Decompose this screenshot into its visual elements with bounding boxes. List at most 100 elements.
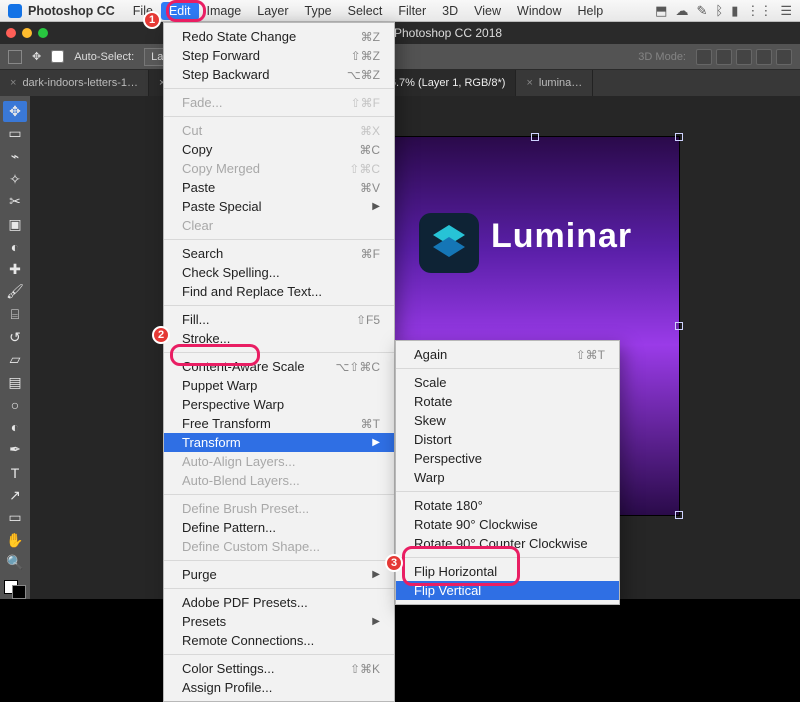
tool-gradient[interactable]: ▤ <box>3 372 27 393</box>
menu-select[interactable]: Select <box>340 2 391 20</box>
menu-item-rotate[interactable]: Rotate <box>396 392 619 411</box>
menu-item-content-aware-scale[interactable]: Content-Aware Scale⌥⇧⌘C <box>164 357 394 376</box>
zoom-icon[interactable] <box>38 28 48 38</box>
menu-item-flip-horizontal[interactable]: Flip Horizontal <box>396 562 619 581</box>
menu-item-find-and-replace-text[interactable]: Find and Replace Text... <box>164 282 394 301</box>
transform-handle[interactable] <box>531 133 539 141</box>
wifi-icon[interactable]: ⋮⋮ <box>746 3 772 19</box>
menu-item-fill[interactable]: Fill...⇧F5 <box>164 310 394 329</box>
document-tab[interactable]: ×lumina… <box>516 70 593 96</box>
menu-item-scale[interactable]: Scale <box>396 373 619 392</box>
menu-item-color-settings[interactable]: Color Settings...⇧⌘K <box>164 659 394 678</box>
submenu-arrow-icon: ▶ <box>372 616 380 627</box>
menu-item-skew[interactable]: Skew <box>396 411 619 430</box>
menu-item-again[interactable]: Again⇧⌘T <box>396 345 619 364</box>
tool-stamp[interactable]: ⌸ <box>3 304 27 325</box>
shortcut-label: ⇧F5 <box>326 313 380 327</box>
document-tab[interactable]: ×dark-indoors-letters-1… <box>0 70 149 96</box>
menu-item-define-pattern[interactable]: Define Pattern... <box>164 518 394 537</box>
menu-window[interactable]: Window <box>509 2 569 20</box>
menu-item-search[interactable]: Search⌘F <box>164 244 394 263</box>
pen-icon[interactable]: ✎ <box>696 3 707 19</box>
background-swatch[interactable] <box>12 585 26 599</box>
dropbox-icon[interactable]: ⬒ <box>655 3 667 19</box>
3d-zoom-icon[interactable] <box>776 49 792 65</box>
tool-history[interactable]: ↺ <box>3 327 27 348</box>
3d-slide-icon[interactable] <box>756 49 772 65</box>
menu-filter[interactable]: Filter <box>390 2 434 20</box>
minimize-icon[interactable] <box>22 28 32 38</box>
close-tab-icon[interactable]: × <box>526 77 532 89</box>
transform-handle[interactable] <box>675 511 683 519</box>
menu-item-presets[interactable]: Presets▶ <box>164 612 394 631</box>
menu-item-stroke[interactable]: Stroke... <box>164 329 394 348</box>
cloud-icon[interactable]: ☁ <box>675 3 688 19</box>
menu-item-flip-vertical[interactable]: Flip Vertical <box>396 581 619 600</box>
menu-item-distort[interactable]: Distort <box>396 430 619 449</box>
tool-eraser[interactable]: ▱ <box>3 349 27 370</box>
transform-handle[interactable] <box>675 133 683 141</box>
home-icon[interactable] <box>8 50 22 64</box>
menu-item-copy[interactable]: Copy⌘C <box>164 140 394 159</box>
tool-dodge[interactable]: ◐ <box>3 417 27 438</box>
shortcut-label: ⇧⌘C <box>319 162 380 176</box>
window-controls[interactable] <box>6 28 48 38</box>
menu-3d[interactable]: 3D <box>434 2 466 20</box>
move-tool-icon[interactable]: ✥ <box>32 50 41 63</box>
menu-item-purge[interactable]: Purge▶ <box>164 565 394 584</box>
tool-crop[interactable]: ✂ <box>3 191 27 212</box>
menu-layer[interactable]: Layer <box>249 2 296 20</box>
close-tab-icon[interactable]: × <box>10 77 16 89</box>
menu-view[interactable]: View <box>466 2 509 20</box>
tool-lasso[interactable]: ⌁ <box>3 146 27 167</box>
menu-item-step-forward[interactable]: Step Forward⇧⌘Z <box>164 46 394 65</box>
menu-item-transform[interactable]: Transform▶ <box>164 433 394 452</box>
menu-item-rotate-180[interactable]: Rotate 180° <box>396 496 619 515</box>
menu-item-paste-special[interactable]: Paste Special▶ <box>164 197 394 216</box>
tool-move[interactable]: ✥ <box>3 101 27 122</box>
menu-item-rotate-90-counter-clockwise[interactable]: Rotate 90° Counter Clockwise <box>396 534 619 553</box>
tool-pen[interactable]: ✒ <box>3 440 27 461</box>
menu-item-assign-profile[interactable]: Assign Profile... <box>164 678 394 697</box>
tool-heal[interactable]: ✚ <box>3 259 27 280</box>
menu-item-perspective[interactable]: Perspective <box>396 449 619 468</box>
tool-type[interactable]: T <box>3 462 27 483</box>
close-icon[interactable] <box>6 28 16 38</box>
tool-eyedrop[interactable]: ◐ <box>3 236 27 257</box>
menu-item-free-transform[interactable]: Free Transform⌘T <box>164 414 394 433</box>
menu-type[interactable]: Type <box>297 2 340 20</box>
menu-item-adobe-pdf-presets[interactable]: Adobe PDF Presets... <box>164 593 394 612</box>
menu-item-remote-connections[interactable]: Remote Connections... <box>164 631 394 650</box>
tool-wand[interactable]: ✧ <box>3 169 27 190</box>
menu-item-check-spelling[interactable]: Check Spelling... <box>164 263 394 282</box>
tool-brush[interactable]: 🖌 <box>3 282 27 303</box>
menu-edit[interactable]: Edit <box>161 2 199 20</box>
3d-roll-icon[interactable] <box>716 49 732 65</box>
tool-rect[interactable]: ▭ <box>3 507 27 528</box>
transform-handle[interactable] <box>675 322 683 330</box>
menu-image[interactable]: Image <box>199 2 250 20</box>
tool-frame[interactable]: ▣ <box>3 214 27 235</box>
auto-select-checkbox[interactable] <box>51 50 64 63</box>
battery-icon[interactable]: ▮ <box>731 3 738 19</box>
menu-item-rotate-90-clockwise[interactable]: Rotate 90° Clockwise <box>396 515 619 534</box>
menu-item-redo-state-change[interactable]: Redo State Change⌘Z <box>164 27 394 46</box>
submenu-arrow-icon: ▶ <box>372 437 380 448</box>
tool-zoom[interactable]: 🔍 <box>3 553 27 574</box>
menu-item-puppet-warp[interactable]: Puppet Warp <box>164 376 394 395</box>
tool-marquee[interactable]: ▭ <box>3 124 27 145</box>
spotlight-icon[interactable]: ☰ <box>780 3 792 19</box>
menu-item-perspective-warp[interactable]: Perspective Warp <box>164 395 394 414</box>
tool-hand[interactable]: ✋ <box>3 530 27 551</box>
tool-blur[interactable]: ○ <box>3 395 27 416</box>
color-swatch[interactable] <box>4 580 26 599</box>
3d-orbit-icon[interactable] <box>696 49 712 65</box>
menu-item-warp[interactable]: Warp <box>396 468 619 487</box>
3d-pan-icon[interactable] <box>736 49 752 65</box>
shortcut-label: ⇧⌘F <box>321 96 380 110</box>
menu-item-step-backward[interactable]: Step Backward⌥⌘Z <box>164 65 394 84</box>
tool-path[interactable]: ↗ <box>3 485 27 506</box>
menu-item-paste[interactable]: Paste⌘V <box>164 178 394 197</box>
menu-help[interactable]: Help <box>570 2 612 20</box>
bluetooth-icon[interactable]: ᛒ <box>715 3 723 19</box>
